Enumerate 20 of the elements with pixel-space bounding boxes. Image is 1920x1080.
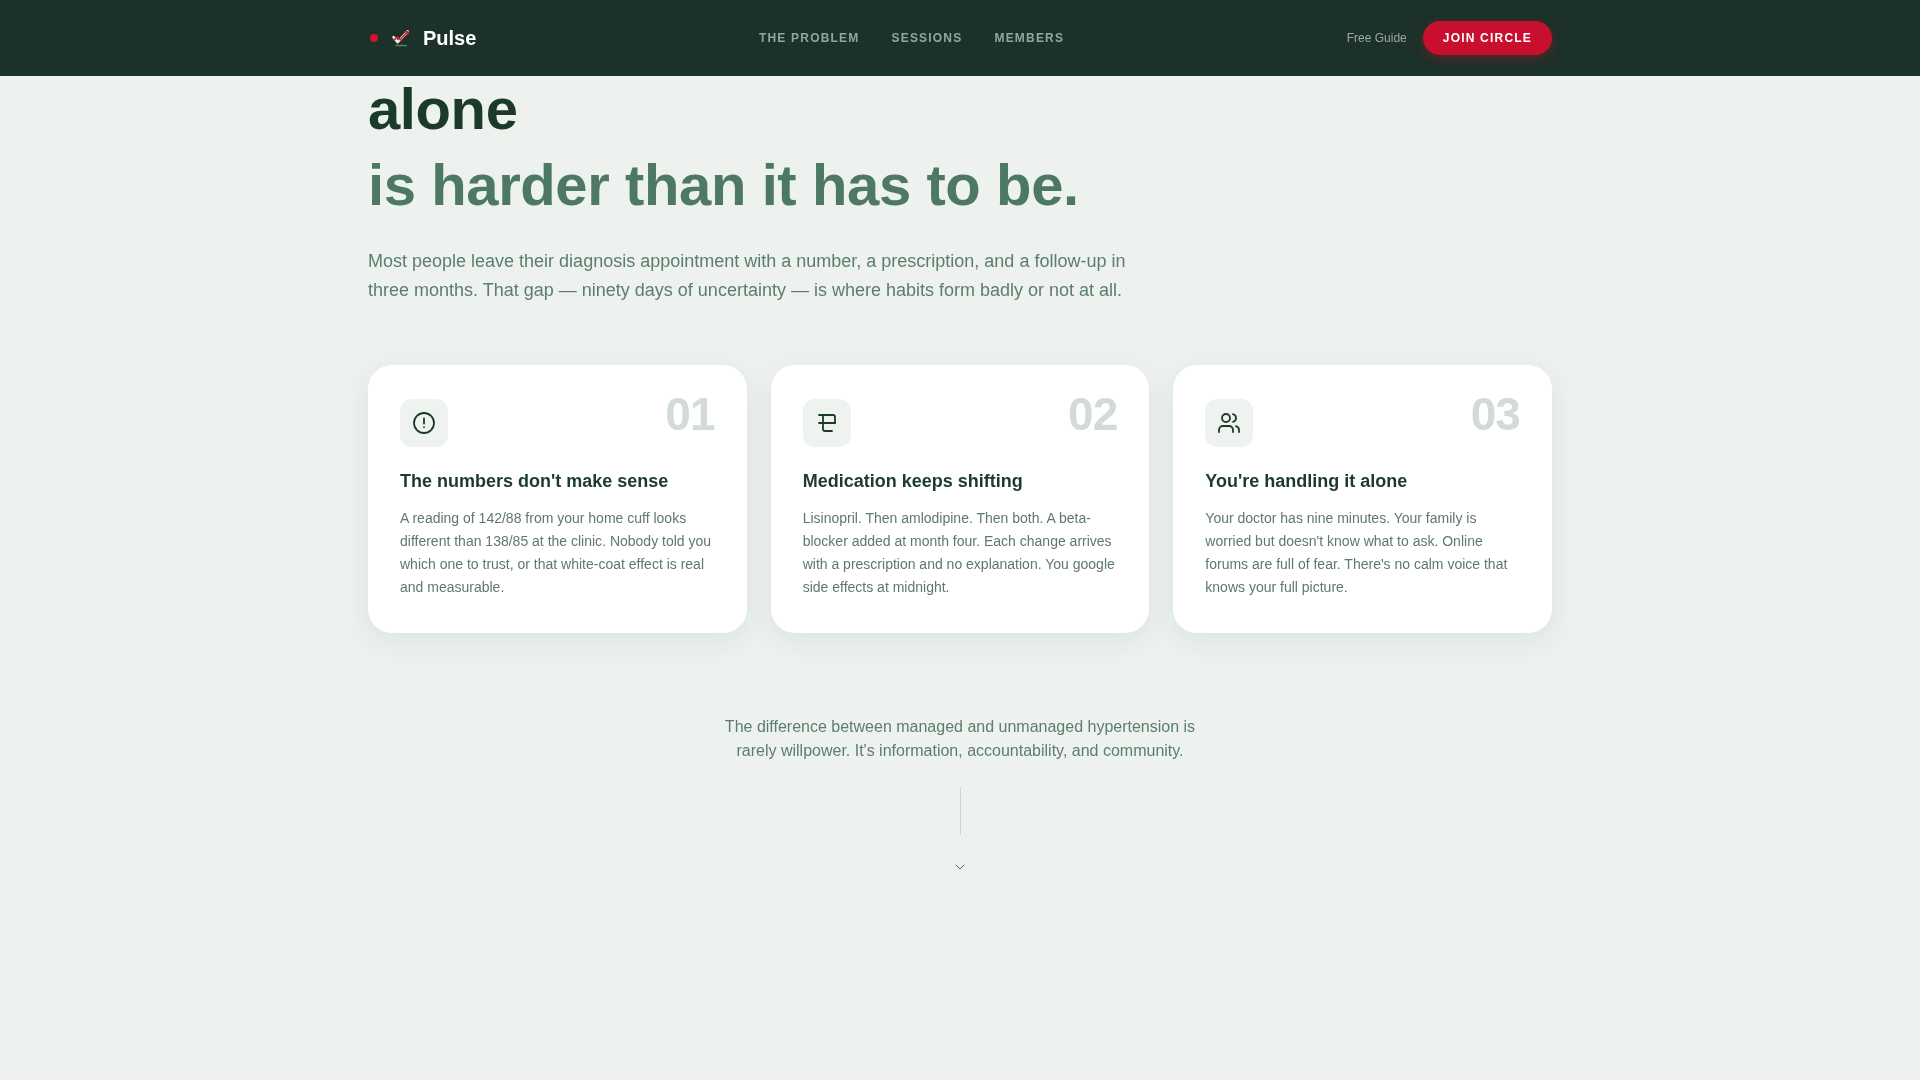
check-trend-icon[interactable] xyxy=(391,28,411,48)
vertical-rule xyxy=(959,787,961,835)
nav-link[interactable]: MEMBERS xyxy=(994,30,1065,46)
closing-statement: The difference between managed and unmanaged hypertension is rarely willpower. It's information, accountability, and community. xyxy=(723,717,1197,761)
card-body: A reading of 142/88 from your home cuff looks different than 138/85 at the clinic. Nobody told you which one to trust, or that white-coat effect is real and measurable. xyxy=(400,509,713,597)
headline-line: is harder than it has to be. xyxy=(368,151,1079,219)
headline-line: alone xyxy=(368,76,518,142)
intro-paragraph: Most people leave their diagnosis appointment with a number, a prescription, and a follow-up in three months. That gap — ninety days of uncertainty — is where habits form badly or not at all. xyxy=(368,250,1127,302)
nav-link[interactable]: THE PROBLEM xyxy=(758,30,860,46)
brand-link[interactable]: Pulse xyxy=(423,24,477,52)
card-title: You're handling it alone xyxy=(1205,470,1409,493)
card-body: Your doctor has nine minutes. Your family is worried but doesn't know what to ask. Online forums are full of fear. There's no calm voice that knows your full picture. xyxy=(1205,509,1509,597)
form-lines-icon xyxy=(802,399,851,447)
card-body: Lisinopril. Then amlodipine. Then both. A beta-blocker added at month four. Each change arrives with a prescription and no explanation. You google side effects at midnight. xyxy=(802,509,1116,597)
nav-link[interactable]: SESSIONS xyxy=(891,30,963,46)
card-title: The numbers don't make sense xyxy=(400,470,670,493)
card-title: Medication keeps shifting xyxy=(802,470,1024,493)
users-icon xyxy=(1205,399,1254,447)
join-circle-button[interactable]: JOIN CIRCLE xyxy=(1422,21,1552,55)
free-guide-link[interactable]: Free Guide xyxy=(1346,30,1407,46)
